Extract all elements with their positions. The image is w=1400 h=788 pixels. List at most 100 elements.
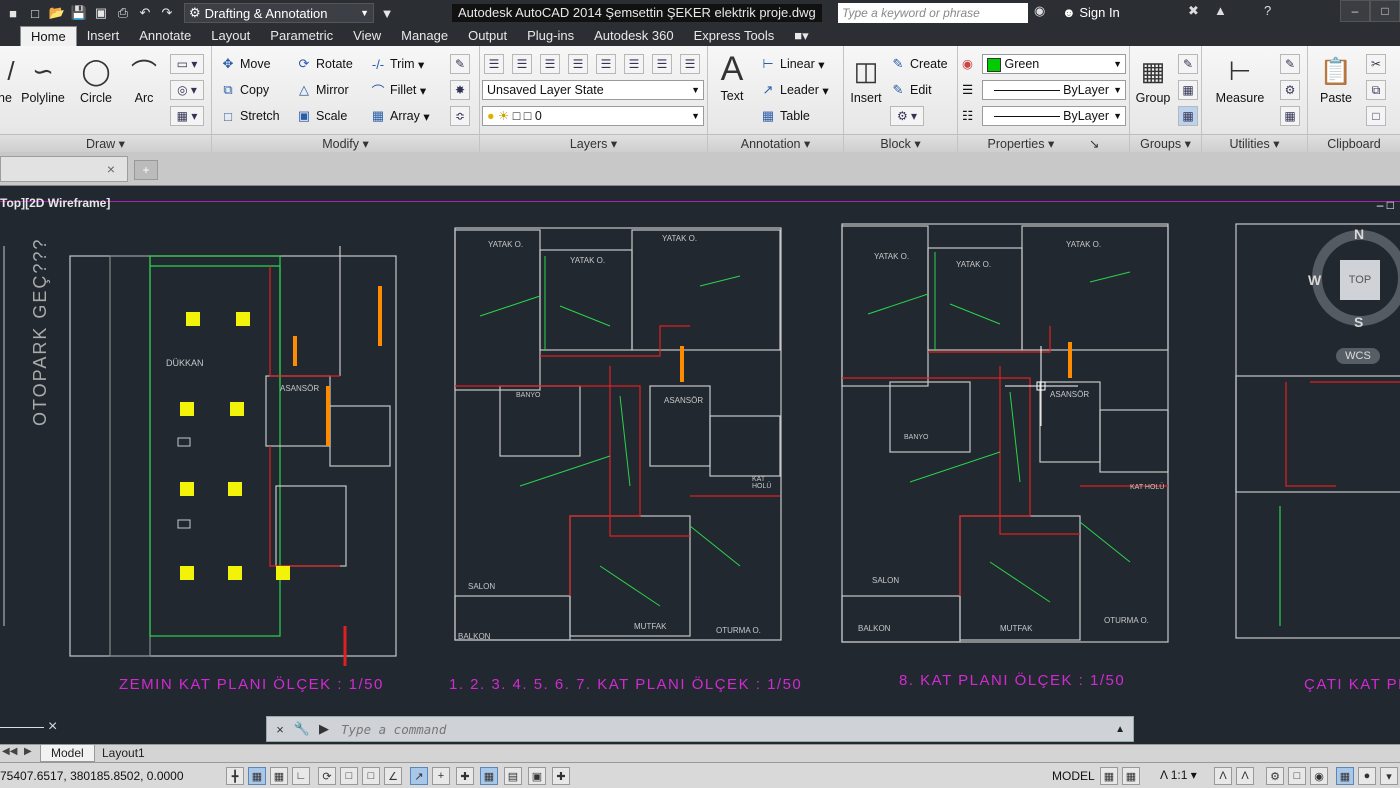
fillet-button[interactable]: ⌒ Fillet ▾	[370, 82, 426, 99]
tab-parametric[interactable]: Parametric	[260, 26, 343, 46]
status-menu-icon[interactable]: ▾	[1380, 767, 1398, 785]
color-dropdown[interactable]: Green ▼	[982, 54, 1126, 74]
layer-properties-icon[interactable]: ☰	[484, 54, 504, 74]
annotation-scale[interactable]: Λ 1:1 ▾	[1160, 768, 1197, 782]
text-button[interactable]: A Text	[712, 50, 752, 104]
selection-cycling-icon[interactable]: ▣	[528, 767, 546, 785]
wrench-icon[interactable]: 🔧	[293, 720, 311, 738]
tab-annotate[interactable]: Annotate	[129, 26, 201, 46]
transparency-icon[interactable]: ▦	[480, 767, 498, 785]
properties-panel-title[interactable]: Properties ▾ ↘	[958, 134, 1129, 152]
layer-off-icon[interactable]: ☰	[652, 54, 672, 74]
exchange-icon[interactable]: ✖	[1188, 3, 1199, 19]
lineweight-toggle-icon[interactable]: ✚	[456, 767, 474, 785]
close-icon[interactable]: ×	[107, 161, 115, 177]
close-command-icon[interactable]: ×	[271, 720, 289, 738]
line-button[interactable]: / ne	[0, 54, 16, 106]
create-block-button[interactable]: ✎ Create	[890, 56, 948, 72]
circle-button[interactable]: ◯ Circle	[76, 54, 116, 106]
stay-connected-icon[interactable]: ▲	[1214, 3, 1227, 18]
measure-button[interactable]: ⊢ Measure	[1212, 54, 1268, 106]
quick-properties-icon[interactable]: ▤	[504, 767, 522, 785]
lightbulb-icon[interactable]: ●	[1358, 767, 1376, 785]
block-attribute-icon[interactable]: ⚙ ▾	[890, 106, 924, 126]
help-icon[interactable]: ?	[1264, 3, 1271, 18]
layer-freeze-icon[interactable]: ☰	[624, 54, 644, 74]
annotation-visibility-icon[interactable]: Λ	[1214, 767, 1232, 785]
redo-icon[interactable]: ↷	[158, 4, 176, 22]
paste-button[interactable]: 📋 Paste	[1314, 54, 1358, 106]
coordinate-readout[interactable]: 75407.6517, 380185.8502, 0.0000	[0, 769, 184, 783]
command-input[interactable]: Type a command	[341, 722, 446, 737]
polyline-button[interactable]: ∽ Polyline	[20, 54, 66, 106]
infer-constraints-icon[interactable]: ╋	[226, 767, 244, 785]
insert-block-button[interactable]: ◫ Insert	[846, 54, 886, 106]
object-snap-icon[interactable]: □	[340, 767, 358, 785]
quick-select-icon[interactable]: ✎	[1280, 54, 1300, 74]
chevron-up-icon[interactable]: ▲	[1115, 724, 1125, 735]
group-button[interactable]: ▦ Group	[1132, 54, 1174, 106]
ribbon-minimize-icon[interactable]: ■▾	[784, 26, 818, 46]
new-file-icon[interactable]: □	[26, 4, 44, 22]
tab-plugins[interactable]: Plug-ins	[517, 26, 584, 46]
tab-model[interactable]: Model	[40, 745, 95, 762]
quick-access-dropdown-icon[interactable]: ▼	[378, 4, 396, 22]
save-as-icon[interactable]: ▣	[92, 4, 110, 22]
tab-autodesk360[interactable]: Autodesk 360	[584, 26, 684, 46]
cut-icon[interactable]: ✂	[1366, 54, 1386, 74]
arc-button[interactable]: ⌒ Arc	[126, 54, 162, 106]
binoculars-icon[interactable]: ◉	[1034, 3, 1045, 19]
linear-dimension-button[interactable]: ⊢ Linear ▾	[760, 56, 824, 72]
linetype-dropdown[interactable]: ByLayer ▼	[982, 106, 1126, 126]
lock-ui-icon[interactable]: □	[1288, 767, 1306, 785]
layer-lock-icon[interactable]: ☰	[680, 54, 700, 74]
erase-icon[interactable]: ✎	[450, 54, 470, 74]
group-edit-icon[interactable]: ▦	[1178, 80, 1198, 100]
tab-home[interactable]: Home	[20, 26, 77, 46]
model-space-button[interactable]: MODEL	[1052, 769, 1095, 783]
leader-button[interactable]: ↗ Leader ▾	[760, 82, 829, 98]
new-tab-button[interactable]: +	[134, 160, 158, 180]
polar-tracking-icon[interactable]: ⟳	[318, 767, 336, 785]
workspace-switching-icon[interactable]: ⚙	[1266, 767, 1284, 785]
layer-dropdown[interactable]: ● ☀ □ □ 0 ▼	[482, 106, 704, 126]
rectangle-icon[interactable]: ▭ ▾	[170, 54, 204, 74]
table-button[interactable]: ▦ Table	[760, 108, 810, 124]
mirror-button[interactable]: △ Mirror	[296, 82, 349, 98]
copy-base-icon[interactable]: □	[1366, 106, 1386, 126]
compass-south[interactable]: S	[1354, 314, 1363, 330]
compass-north[interactable]: N	[1354, 226, 1364, 242]
block-panel-title[interactable]: Block ▾	[844, 134, 957, 152]
workspace-dropdown[interactable]: ⚙ Drafting & Annotation ▼	[184, 3, 374, 23]
hatch-icon[interactable]: ◎ ▾	[170, 80, 204, 100]
undo-icon[interactable]: ↶	[136, 4, 154, 22]
ortho-mode-icon[interactable]: ∟	[292, 767, 310, 785]
isolate-objects-icon[interactable]: ▦	[1336, 767, 1354, 785]
lineweight-dropdown[interactable]: ByLayer ▼	[982, 80, 1126, 100]
dynamic-input-icon[interactable]: +	[432, 767, 450, 785]
first-tab-icon[interactable]: ◀◀	[2, 746, 17, 757]
sign-in-button[interactable]: ☻ Sign In	[1062, 5, 1120, 20]
auto-scale-icon[interactable]: Λ	[1236, 767, 1254, 785]
trim-button[interactable]: -/- Trim ▾	[370, 56, 424, 72]
open-folder-icon[interactable]: 📂	[48, 4, 66, 22]
explode-icon[interactable]: ✸	[450, 80, 470, 100]
rotate-button[interactable]: ⟳ Rotate	[296, 56, 353, 72]
array-button[interactable]: ▦ Array ▾	[370, 108, 430, 124]
tab-view[interactable]: View	[343, 26, 391, 46]
modify-panel-title[interactable]: Modify ▾	[212, 134, 479, 152]
tab-output[interactable]: Output	[458, 26, 517, 46]
grid-display-icon[interactable]: ▦	[270, 767, 288, 785]
recent-commands-icon[interactable]: ▶	[315, 720, 333, 738]
file-tab[interactable]: ×	[0, 156, 128, 182]
tab-express-tools[interactable]: Express Tools	[684, 26, 785, 46]
compass-west[interactable]: W	[1308, 272, 1321, 288]
tab-insert[interactable]: Insert	[77, 26, 130, 46]
calculator-icon[interactable]: ▦	[1280, 106, 1300, 126]
stretch-button[interactable]: □ Stretch	[220, 108, 280, 124]
annotation-monitor-icon[interactable]: ✚	[552, 767, 570, 785]
id-point-icon[interactable]: ⚙	[1280, 80, 1300, 100]
tab-layout[interactable]: Layout	[201, 26, 260, 46]
layer-unisolate-icon[interactable]: ☰	[596, 54, 616, 74]
minimize-button[interactable]: –	[1340, 0, 1370, 22]
